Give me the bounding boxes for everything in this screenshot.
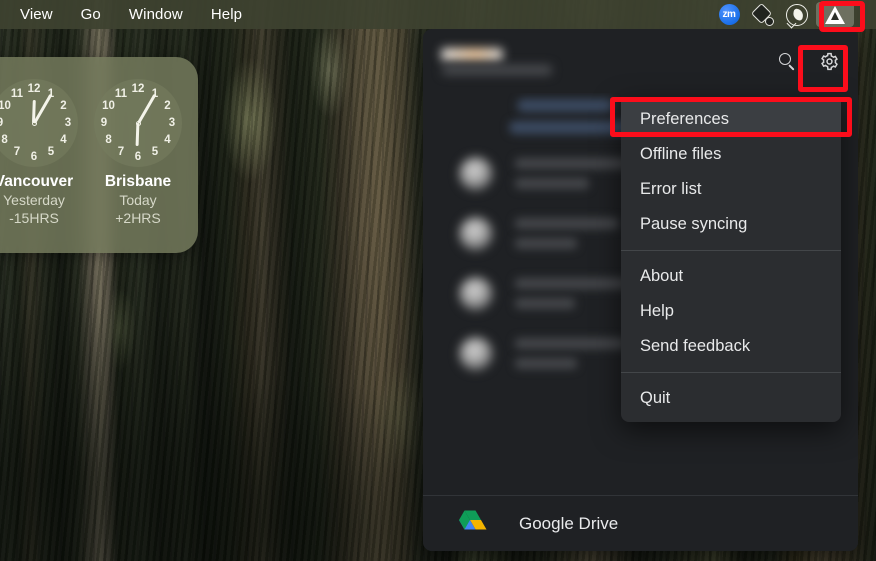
account-name-redacted [441,47,503,61]
clock-day-label: Today [119,192,157,208]
clock-numeral: 7 [117,146,125,159]
settings-context-menu: Preferences Offline files Error list Pau… [621,98,841,422]
filter-chip[interactable] [509,121,633,134]
list-item-subtitle-redacted [515,358,577,369]
clock-numeral: 9 [100,117,108,129]
menu-item-error-list[interactable]: Error list [621,172,841,207]
list-item-subtitle-redacted [515,298,575,309]
list-item-title-redacted [515,278,633,289]
list-item-title-redacted [515,218,619,229]
clock-numeral: 3 [64,117,72,129]
clock-minute-hand [32,93,52,124]
clock-numeral: 5 [151,146,159,159]
clock-vancouver: 121234567891011 Vancouver Yesterday -15H… [0,79,84,227]
menu-item-quit[interactable]: Quit [621,381,841,416]
avatar [459,337,493,371]
clock-numeral: 4 [164,134,171,146]
avatar [459,277,493,311]
phone-bubble-icon [786,3,808,28]
menu-item-preferences[interactable]: Preferences [621,102,841,137]
shape-status-button[interactable] [746,0,780,29]
clock-hour-hand [135,122,140,147]
list-item-text [515,275,633,309]
clock-numeral: 9 [0,117,7,129]
world-clock-widget[interactable]: 121234567891011 Vancouver Yesterday -15H… [0,57,198,253]
settings-button[interactable] [814,46,844,76]
menu-item-about[interactable]: About [621,259,841,294]
menu-separator [621,372,841,373]
drive-panel-footer[interactable]: Google Drive [423,495,858,551]
zoom-icon: zm [718,4,740,25]
clock-face: 121234567891011 [0,79,78,167]
menu-view[interactable]: View [6,6,67,23]
menu-bar-menus: View Go Window Help [0,0,256,29]
clock-numeral: 2 [164,100,171,112]
menu-bar-overflow[interactable] [856,0,874,29]
clock-numeral: 5 [47,146,55,159]
menu-go[interactable]: Go [67,6,115,23]
clock-numeral: 12 [131,83,145,95]
gear-icon [820,52,839,71]
clock-numeral: 6 [30,151,38,163]
menu-separator [621,250,841,251]
shape-diamond-icon [750,2,774,26]
clock-numeral: 12 [27,83,41,95]
clock-numeral: 8 [1,134,8,146]
google-drive-color-icon [453,509,487,539]
clock-brisbane: 121234567891011 Brisbane Today +2HRS [88,79,188,227]
phone-status-button[interactable] [780,0,814,29]
clock-offset-label: -15HRS [9,210,59,226]
avatar [459,157,493,191]
clock-numeral: 10 [0,100,11,112]
search-button[interactable] [772,46,802,76]
clock-numeral: 7 [13,146,21,159]
list-item-subtitle-redacted [515,238,577,249]
menu-window[interactable]: Window [115,6,197,23]
macos-menu-bar: View Go Window Help zm [0,0,876,29]
list-item-title-redacted [515,338,627,349]
clock-city-label: Vancouver [0,173,74,190]
clock-numeral: 11 [114,87,128,100]
menu-item-pause-syncing[interactable]: Pause syncing [621,207,841,242]
google-drive-menubar-icon [825,5,845,24]
drive-panel-header-actions [772,46,844,76]
app-name-label: Google Drive [519,513,619,533]
clock-city-label: Brisbane [104,173,172,190]
search-icon [778,52,796,70]
clock-numeral: 3 [168,117,176,129]
list-item-subtitle-redacted [515,178,589,189]
filter-chip[interactable] [517,99,613,112]
clock-numeral: 10 [102,100,115,112]
list-item-text [515,335,627,369]
zoom-status-button[interactable]: zm [712,0,746,29]
menu-bar-status-icons: zm [712,0,876,29]
clock-numeral: 2 [60,100,67,112]
list-item-text [515,215,619,249]
menu-help[interactable]: Help [197,6,256,23]
menu-item-help[interactable]: Help [621,294,841,329]
clock-offset-label: +2HRS [115,210,161,226]
avatar [459,217,493,251]
clock-numeral: 11 [10,87,24,100]
account-info-redacted [441,47,552,75]
menu-item-send-feedback[interactable]: Send feedback [621,329,841,364]
clock-face: 121234567891011 [94,79,182,167]
menu-item-offline-files[interactable]: Offline files [621,137,841,172]
clock-numeral: 4 [60,134,67,146]
account-email-redacted [442,64,552,75]
google-drive-menubar-button[interactable] [816,2,854,27]
clock-day-label: Yesterday [3,192,65,208]
drive-panel-header [423,29,858,93]
clock-numeral: 6 [134,151,142,163]
clock-minute-hand [136,93,156,124]
clock-numeral: 8 [105,134,112,146]
